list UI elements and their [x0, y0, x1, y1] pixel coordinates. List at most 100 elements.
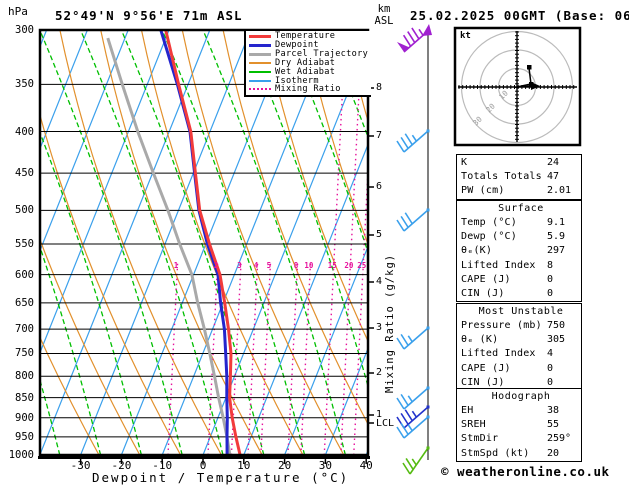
table-row-label: Lifted Index [461, 259, 536, 271]
table-row: EH 38 [461, 404, 581, 418]
pressure-tick-label: 850 [15, 391, 34, 404]
table-row-label: CAPE (J) [461, 362, 511, 374]
table-row-label: Totals Totals [461, 171, 542, 183]
table-row: Dewp (°C) 5.9 [461, 230, 581, 244]
table-row-value: 0 [547, 273, 554, 285]
altitude-tick-label: 7 [376, 130, 383, 141]
table-row-label: CIN (J) [461, 287, 505, 299]
legend-swatch-isotherm [249, 79, 271, 82]
wet-adiabat-line [120, 30, 265, 455]
wind-barb [396, 326, 430, 350]
most-unstable-table: Most Unstable Pressure (mb) 750 θₑ (K) 305 Li… [456, 303, 582, 391]
wind-barb-dot [426, 386, 430, 390]
table-row-value: 297 [547, 245, 566, 257]
table-row-label: θₑ (K) [461, 334, 499, 346]
table-row: Pressure (mb) 750 [461, 319, 581, 333]
legend: Temperature Dewpoint Parcel Trajectory Dry … [244, 31, 371, 97]
pressure-tick-label: 350 [15, 78, 34, 91]
pressure-tick-label: 650 [15, 296, 34, 309]
table-header: Hodograph [491, 391, 551, 402]
pressure-tick-label: 1000 [8, 449, 34, 461]
mixing-ratio-label: 10 [304, 261, 314, 270]
pressure-tick-label: 300 [15, 24, 34, 36]
table-row: Lifted Index 8 [461, 259, 581, 273]
table-row: θₑ(K) 297 [461, 244, 581, 258]
lcl-label: LCL [376, 418, 395, 429]
indices-table: K 24 Totals Totals 47 PW (cm) 2.01 [456, 154, 582, 200]
legend-swatch-parcel-trajectory [249, 52, 271, 56]
table-row-value: 55 [547, 419, 560, 431]
wet-adiabat-line [40, 30, 183, 455]
altitude-axis-unit-asl: ASL [374, 15, 394, 27]
wind-barb-dot [426, 326, 430, 330]
surface-table: Surface Temp (°C) 9.1 Dewp (°C) 5.9 θₑ(K) 297 L… [456, 200, 582, 303]
table-row-label: StmSpd (kt) [461, 447, 530, 459]
credit-footer: © weatheronline.co.uk [441, 464, 610, 479]
table-row-value: 0 [547, 362, 554, 374]
table-row-value: 2.01 [547, 185, 572, 197]
station-title: 52°49'N 9°56'E 71m ASL [55, 8, 243, 23]
legend-swatch-wet-adiabat [249, 70, 271, 73]
pressure-tick-label: 500 [15, 204, 34, 217]
table-row: CAPE (J) 0 [461, 273, 581, 287]
datetime-title: 25.02.2025 00GMT (Base: 06) [410, 8, 629, 23]
mixing-ratio-line [247, 262, 259, 455]
table-row: Lifted Index 4 [461, 347, 581, 361]
mixing-ratio-label: 25 [357, 261, 367, 270]
mixing-ratio-line [260, 262, 272, 455]
table-row-label: Dewp (°C) [461, 231, 517, 243]
table-row: CAPE (J) 0 [461, 362, 581, 376]
table-row-value: 38 [547, 405, 560, 416]
table-row-value: 9.1 [547, 217, 566, 228]
legend-label: Mixing Ratio [275, 84, 341, 95]
table-row-label: EH [461, 405, 474, 416]
table-row-label: StmDir [461, 433, 499, 445]
table-row-value: 750 [547, 320, 566, 331]
hodograph: 102030 [453, 26, 582, 147]
mixing-ratio-label: 5 [266, 261, 272, 270]
wind-barb-dot [426, 208, 430, 212]
table-row: Temp (°C) 9.1 [461, 216, 581, 230]
altitude-tick-label: 6 [376, 181, 383, 192]
wind-barb [396, 129, 430, 153]
wind-barb [396, 208, 430, 232]
legend-swatch-mixing-ratio [249, 88, 271, 91]
table-row: StmDir 259° [461, 432, 581, 446]
legend-swatch-temperature [249, 34, 271, 38]
mixing-ratio-line [353, 155, 368, 455]
pressure-axis-unit: hPa [8, 5, 28, 18]
mixing-ratio-label: 15 [327, 261, 337, 270]
table-row: StmSpd (kt) 20 [461, 447, 581, 461]
pressure-tick-label: 900 [15, 411, 34, 424]
table-row-value: 5.9 [547, 231, 566, 243]
pressure-tick-label: 400 [15, 125, 34, 138]
pressure-tick-label: 950 [15, 430, 34, 443]
pressure-tick-label: 450 [15, 167, 34, 180]
legend-swatch-dry-adiabat [249, 61, 271, 64]
table-row-label: SREH [461, 419, 486, 431]
table-header: Surface [498, 203, 544, 214]
legend-item: Mixing Ratio [249, 84, 371, 95]
mixing-ratio-label: 1 [173, 261, 179, 270]
table-row-value: 24 [547, 157, 560, 168]
pressure-tick-label: 700 [15, 323, 34, 336]
hodograph-unit-label: kt [460, 31, 471, 41]
wind-barb-dot [426, 405, 430, 409]
mixing-ratio-label: 4 [253, 261, 259, 270]
pressure-tick-label: 600 [15, 268, 34, 281]
table-row-value: 20 [547, 447, 560, 459]
table-row-label: Temp (°C) [461, 217, 517, 228]
hodograph-table: Hodograph EH 38 SREH 55 StmDir 259° StmSpd (kt)… [456, 388, 582, 462]
table-row-label: PW (cm) [461, 185, 505, 197]
wind-barb-dot [426, 129, 430, 133]
table-row-label: CAPE (J) [461, 273, 511, 285]
pressure-tick-label: 750 [15, 347, 34, 360]
mixing-ratio-label: 20 [344, 261, 354, 270]
skewt-sounding-app: 10 20 30 hPa 52°49'N 9°56'E 71m ASL 25.02.… [0, 0, 629, 486]
altitude-axis-unit-km: km [377, 3, 391, 15]
wind-barb [402, 446, 430, 475]
wind-barb [396, 386, 430, 410]
mixing-ratio-label: 2 [213, 261, 219, 270]
table-row: SREH 55 [461, 418, 581, 432]
table-row-value: 305 [547, 334, 566, 346]
